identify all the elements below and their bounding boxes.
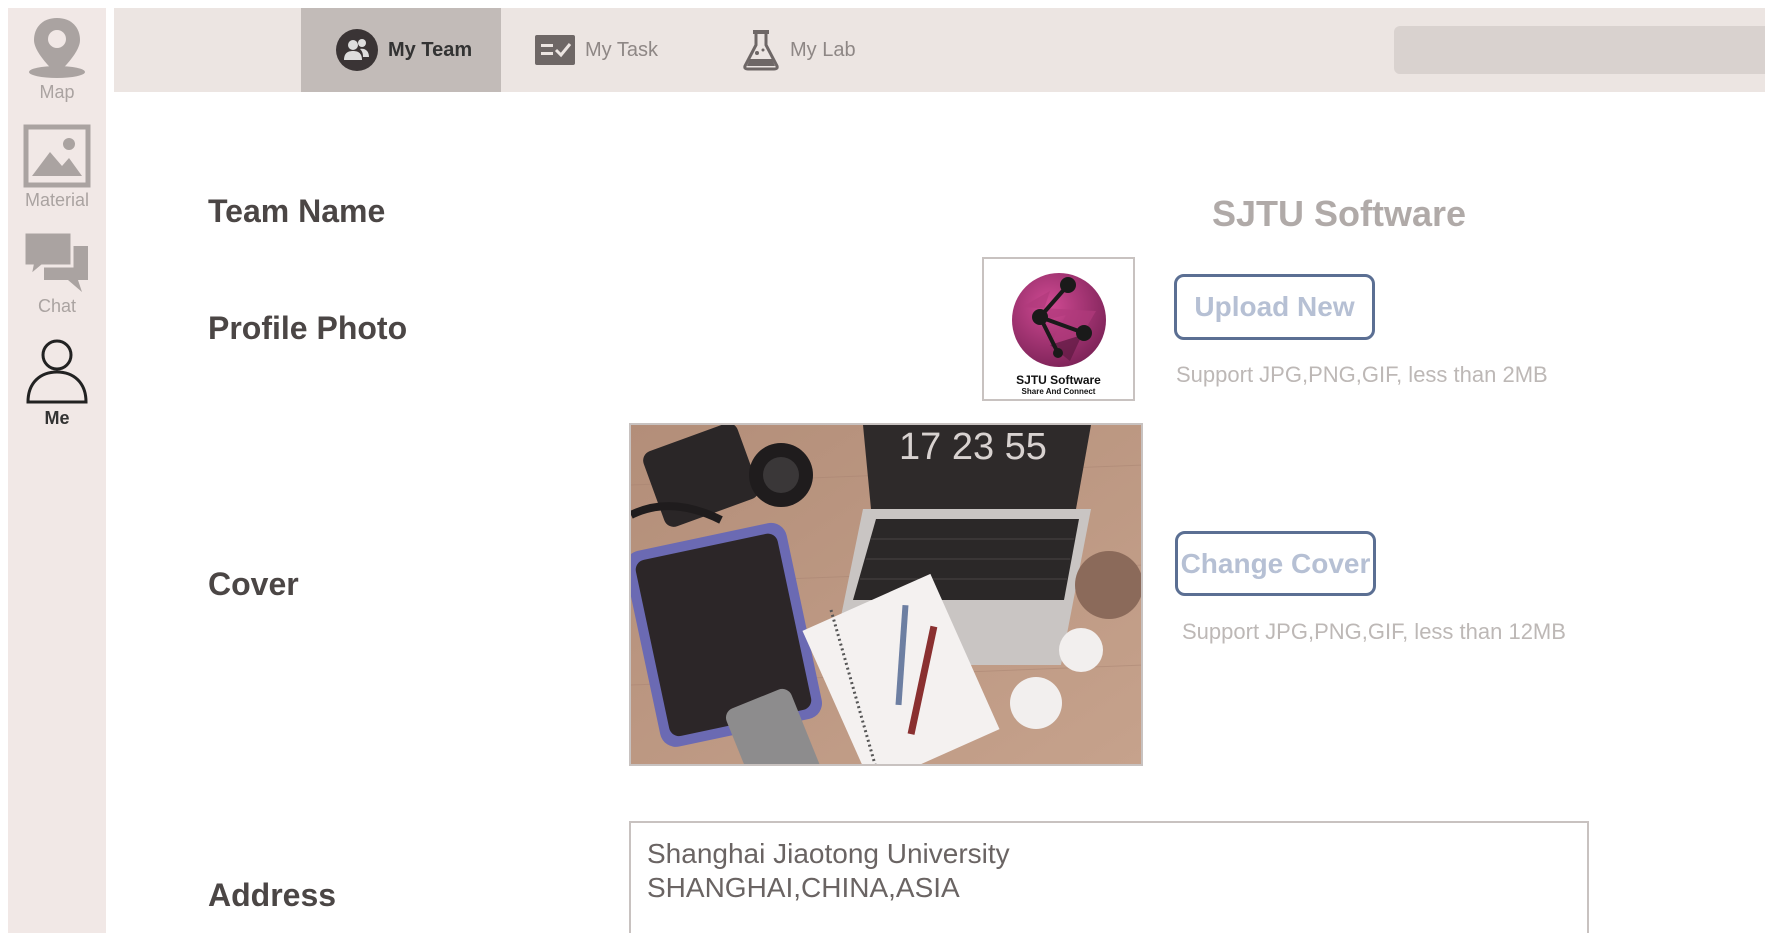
- address-label: Address: [208, 877, 337, 913]
- top-navigation: My Team My Task My Lab: [114, 8, 1765, 92]
- tab-my-lab[interactable]: My Lab: [742, 8, 882, 92]
- profile-photo: SJTU Software Share And Connect: [982, 257, 1135, 401]
- sidebar-item-material[interactable]: Material: [8, 124, 106, 211]
- flask-icon: [742, 29, 780, 71]
- team-name-label: Team Name: [208, 193, 386, 229]
- tab-label: My Task: [585, 38, 658, 61]
- tab-my-team[interactable]: My Team: [301, 8, 501, 92]
- chat-bubbles-icon: [22, 230, 88, 292]
- address-line-1: Shanghai Jiaotong University: [647, 838, 1010, 869]
- cover-photo-illustration: 17 23 55: [631, 425, 1141, 764]
- upload-new-button[interactable]: Upload New: [1174, 274, 1375, 340]
- task-icon: [535, 35, 575, 65]
- cover-clock: 17 23 55: [899, 426, 1047, 468]
- cover-label: Cover: [208, 566, 299, 602]
- address-field[interactable]: Shanghai Jiaotong University SHANGHAI,CH…: [629, 821, 1589, 933]
- logo-subtitle: Share And Connect: [1021, 387, 1096, 396]
- sidebar-item-label: Map: [39, 82, 75, 102]
- map-pin-icon: [29, 18, 85, 78]
- cover-hint: Support JPG,PNG,GIF, less than 12MB: [1182, 619, 1566, 644]
- address-line-2: SHANGHAI,CHINA,ASIA: [647, 872, 960, 903]
- user-icon: [26, 339, 88, 404]
- team-name-value: SJTU Software: [1212, 193, 1467, 234]
- team-logo-icon: [1011, 273, 1106, 367]
- image-icon: [23, 124, 91, 188]
- logo-title: SJTU Software: [1016, 373, 1101, 387]
- sidebar-item-chat[interactable]: Chat: [8, 230, 106, 317]
- search-bar: [1394, 26, 1765, 74]
- team-icon: [336, 29, 378, 71]
- upload-hint: Support JPG,PNG,GIF, less than 2MB: [1176, 362, 1548, 387]
- sidebar-item-map[interactable]: Map: [8, 14, 106, 103]
- tab-label: My Lab: [790, 38, 856, 61]
- profile-photo-label: Profile Photo: [208, 310, 408, 346]
- left-sidebar: Map Material Chat Me: [8, 8, 106, 933]
- cover-image: 17 23 55: [629, 423, 1143, 766]
- sidebar-item-me[interactable]: Me: [8, 338, 106, 429]
- search-input[interactable]: [1408, 26, 1765, 74]
- sidebar-item-label: Chat: [37, 296, 77, 316]
- sidebar-item-label: Me: [44, 408, 70, 428]
- sidebar-item-label: Material: [24, 190, 90, 210]
- change-cover-button[interactable]: Change Cover: [1175, 531, 1376, 596]
- tab-my-task[interactable]: My Task: [535, 8, 685, 92]
- tab-label: My Team: [388, 38, 473, 61]
